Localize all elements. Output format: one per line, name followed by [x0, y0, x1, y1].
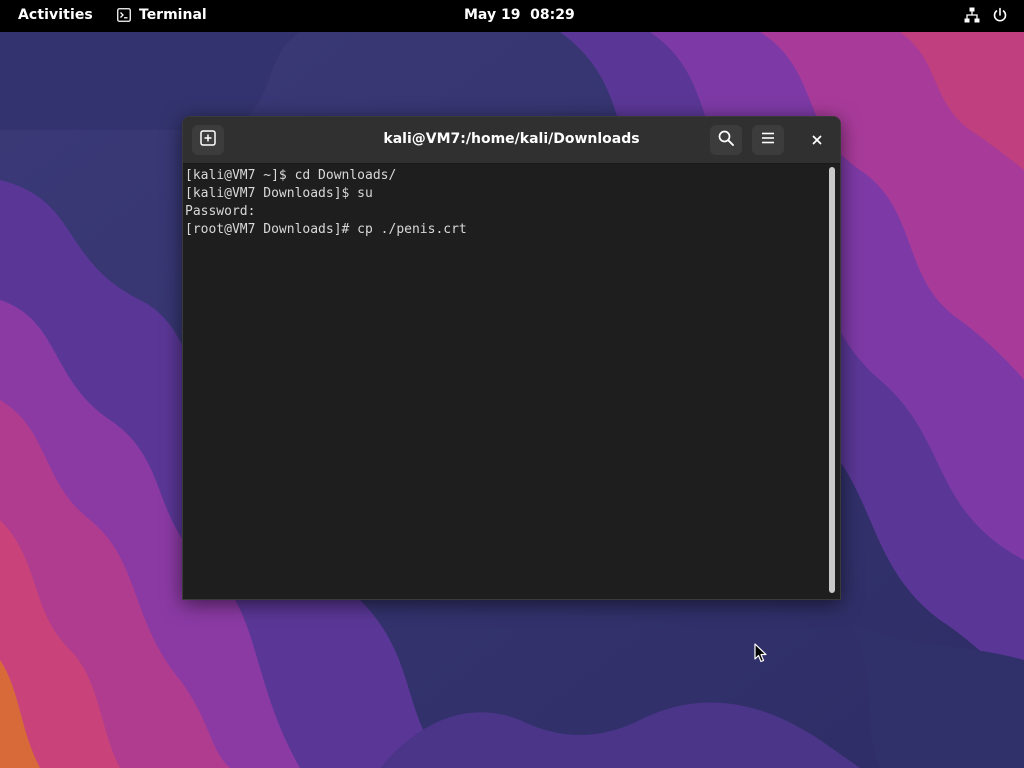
clock[interactable]: May 19 08:29 [464, 7, 575, 23]
search-button[interactable] [710, 125, 742, 155]
mouse-pointer-icon [754, 643, 767, 663]
terminal-output[interactable]: [kali@VM7 ~]$ cd Downloads/ [kali@VM7 Do… [183, 164, 825, 599]
terminal-line: [kali@VM7 Downloads]$ su [185, 186, 373, 201]
desktop: Activities Terminal May 19 08:29 kali@VM… [0, 0, 1024, 768]
terminal-window[interactable]: kali@VM7:/home/kali/Downloads [kali@VM7 … [182, 116, 841, 600]
activities-button[interactable]: Activities [18, 7, 93, 23]
close-icon [811, 131, 823, 150]
terminal-line: Password: [185, 204, 256, 219]
scrollbar-thumb[interactable] [829, 167, 835, 593]
system-tray[interactable] [952, 7, 1008, 27]
terminal-icon [117, 8, 131, 22]
terminal-scrollbar[interactable] [827, 165, 837, 595]
top-bar: Activities Terminal May 19 08:29 [0, 0, 1024, 32]
app-menu-label: Terminal [139, 7, 207, 23]
search-icon [718, 130, 734, 150]
close-button[interactable] [801, 125, 833, 155]
terminal-line: [root@VM7 Downloads]# cp ./penis.crt [185, 222, 467, 237]
window-headerbar[interactable]: kali@VM7:/home/kali/Downloads [183, 117, 840, 164]
hamburger-menu-icon [760, 130, 776, 150]
app-menu-terminal[interactable]: Terminal [117, 7, 207, 23]
terminal-line: [kali@VM7 ~]$ cd Downloads/ [185, 168, 397, 183]
network-icon[interactable] [964, 7, 980, 27]
power-icon[interactable] [992, 7, 1008, 27]
main-menu-button[interactable] [752, 125, 784, 155]
